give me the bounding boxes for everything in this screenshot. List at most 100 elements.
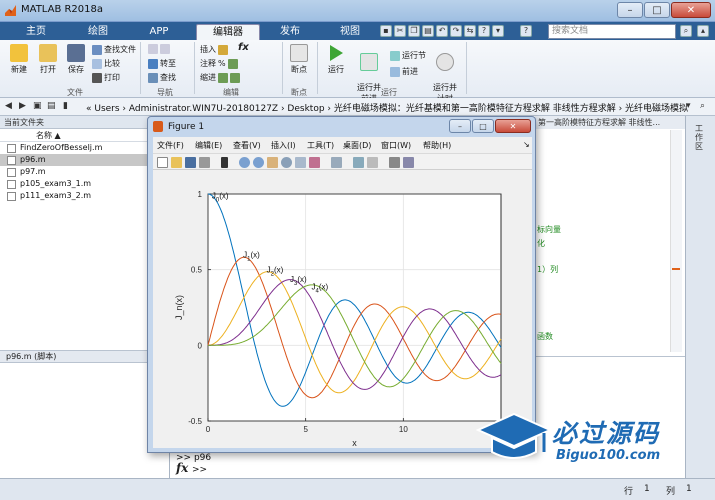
find-files-button[interactable]: 查找文件 xyxy=(92,44,136,55)
open-button[interactable]: 打开 xyxy=(35,44,61,75)
comment-icon xyxy=(227,58,238,69)
figure-menubar: 文件(F) 编辑(E) 查看(V) 插入(I) 工具(T) 桌面(D) 窗口(W… xyxy=(153,137,532,153)
tab-view[interactable]: 视图 xyxy=(326,24,374,40)
watermark: 必过源码 Biguo100.com xyxy=(474,408,689,468)
zoom-in-icon[interactable] xyxy=(239,157,250,168)
insert-function-button[interactable]: fx xyxy=(238,42,249,53)
folder-path[interactable]: « Users › Administrator.WIN7U-20180127Z … xyxy=(86,101,688,114)
back-arrow-icon[interactable]: ◀ xyxy=(5,101,12,111)
compare-icon xyxy=(92,58,102,69)
cut-quick-icon[interactable]: ✂ xyxy=(394,25,406,37)
print-figure-icon[interactable] xyxy=(199,157,210,168)
new-button[interactable]: 新建 xyxy=(6,44,32,75)
indent-button[interactable]: 缩进 xyxy=(200,72,240,83)
expand-icon[interactable]: ▾ xyxy=(492,25,504,37)
toolstrip-tabs: 主页 绘图 APP 编辑器 发布 视图 ▪ ✂ ❐ ▤ ↶ ↷ ⇆ ? ▾ ? … xyxy=(0,22,715,40)
collapse-toolstrip-icon[interactable]: ▴ xyxy=(697,25,709,37)
browse-folder-icon[interactable]: ▤ xyxy=(47,101,56,111)
rotate-3d-icon[interactable] xyxy=(281,157,292,168)
help-button-icon[interactable]: ? xyxy=(520,25,532,37)
editor-tab[interactable]: 第一高阶模特征方程求解 非线性... xyxy=(535,116,685,129)
figure-title-bar[interactable]: Figure 1 – □ ✕ xyxy=(148,117,535,137)
column-label: 列 xyxy=(666,487,676,497)
editor-scrollbar[interactable] xyxy=(670,130,682,352)
redo-quick-icon[interactable]: ↷ xyxy=(450,25,462,37)
search-icon[interactable]: ⌕ xyxy=(680,25,692,37)
figure-window[interactable]: Figure 1 – □ ✕ 文件(F) 编辑(E) 查看(V) 插入(I) 工… xyxy=(147,116,536,453)
zoom-out-icon[interactable] xyxy=(253,157,264,168)
figure-maximize-button[interactable]: □ xyxy=(472,119,494,133)
tab-editor[interactable]: 编辑器 xyxy=(196,24,260,40)
figure-minimize-button[interactable]: – xyxy=(449,119,471,133)
comment-button[interactable]: 注释% xyxy=(200,58,238,69)
menu-window[interactable]: 窗口(W) xyxy=(381,140,411,151)
goto-button[interactable]: 转至 xyxy=(148,58,176,69)
menu-edit[interactable]: 编辑(E) xyxy=(195,140,222,151)
bessel-line-chart[interactable]: 0 5 10-0.500.51xJ_n(x)J0(x)J1(x)J2(x)J3(x)… xyxy=(153,170,532,448)
menu-dock-icon[interactable]: ↘ xyxy=(523,140,530,149)
breakpoints-button[interactable]: 断点 xyxy=(287,44,311,75)
path-dropdown-icon[interactable]: ▾ xyxy=(686,101,691,111)
line-label: 行 xyxy=(624,487,634,497)
save-quick-icon[interactable]: ▪ xyxy=(380,25,392,37)
menu-view[interactable]: 查看(V) xyxy=(233,140,261,151)
menu-file[interactable]: 文件(F) xyxy=(157,140,184,151)
menu-help[interactable]: 帮助(H) xyxy=(423,140,451,151)
minimize-button[interactable]: – xyxy=(617,2,643,18)
find-button[interactable]: 查找 xyxy=(148,72,176,83)
watermark-chinese-text: 必过源码 xyxy=(552,419,661,448)
workspace-label[interactable]: 工作区 xyxy=(695,124,707,151)
advance-button[interactable]: 前进 xyxy=(390,66,418,77)
tab-plots[interactable]: 绘图 xyxy=(74,24,122,40)
open-file-icon[interactable] xyxy=(171,157,182,168)
forward-arrow-icon[interactable]: ▶ xyxy=(19,101,26,111)
tab-publish[interactable]: 发布 xyxy=(268,24,312,40)
link-plot-icon[interactable] xyxy=(331,157,342,168)
function-browser-icon[interactable]: fx xyxy=(176,461,188,475)
warning-marker[interactable] xyxy=(672,268,680,270)
run-section-button[interactable]: 运行节 xyxy=(390,50,426,61)
data-cursor-icon[interactable] xyxy=(295,157,306,168)
insert-button[interactable]: 插入 xyxy=(200,44,228,55)
tab-apps[interactable]: APP xyxy=(136,24,182,40)
find-files-icon xyxy=(92,44,102,55)
file-item[interactable]: p105_exam3_1.m xyxy=(0,178,169,190)
close-button[interactable]: ✕ xyxy=(671,2,711,18)
menu-insert[interactable]: 插入(I) xyxy=(271,140,296,151)
pan-icon[interactable] xyxy=(267,157,278,168)
copy-quick-icon[interactable]: ❐ xyxy=(408,25,420,37)
group-run-label: 运行 xyxy=(381,88,397,97)
print-button[interactable]: 打印 xyxy=(92,72,120,83)
file-item[interactable]: p111_exam3_2.m xyxy=(0,190,169,202)
hide-plot-tools-icon[interactable] xyxy=(389,157,400,168)
menu-tools[interactable]: 工具(T) xyxy=(307,140,334,151)
brush-icon[interactable] xyxy=(309,157,320,168)
pointer-icon[interactable] xyxy=(221,157,228,168)
run-button[interactable]: 运行 xyxy=(324,44,348,75)
legend-icon[interactable] xyxy=(367,157,378,168)
save-figure-icon[interactable] xyxy=(185,157,196,168)
up-folder-icon[interactable]: ▣ xyxy=(33,101,42,111)
switch-windows-icon[interactable]: ⇆ xyxy=(464,25,476,37)
undo-quick-icon[interactable]: ↶ xyxy=(436,25,448,37)
search-folder-icon[interactable]: ⌕ xyxy=(700,101,705,111)
colorbar-icon[interactable] xyxy=(353,157,364,168)
figure-canvas[interactable]: 0 5 10 -0.5 0 0.5 1 x J_n(x) J0(x) J1(x) J2(x) J3(x)… xyxy=(153,170,532,448)
search-documentation-input[interactable]: 搜索文档 xyxy=(548,24,676,39)
menu-desktop[interactable]: 桌面(D) xyxy=(343,140,371,151)
run-and-time-button[interactable]: 运行并 计时 xyxy=(430,44,460,104)
show-plot-tools-icon[interactable] xyxy=(403,157,414,168)
file-item[interactable]: FindZeroOfBesselj.m xyxy=(0,142,169,154)
window-title: MATLAB R2018a xyxy=(21,4,104,15)
help-quick-icon[interactable]: ? xyxy=(478,25,490,37)
paste-quick-icon[interactable]: ▤ xyxy=(422,25,434,37)
new-figure-icon[interactable] xyxy=(157,157,168,168)
file-item[interactable]: p97.m xyxy=(0,166,169,178)
file-item-selected[interactable]: p96.m xyxy=(0,154,169,166)
tab-home[interactable]: 主页 xyxy=(12,24,60,40)
figure-close-button[interactable]: ✕ xyxy=(495,119,531,133)
maximize-button[interactable]: □ xyxy=(644,2,670,18)
save-button[interactable]: 保存 xyxy=(63,44,89,75)
name-column-header[interactable]: 名称 ▲ xyxy=(0,129,169,142)
compare-button[interactable]: 比较 xyxy=(92,58,120,69)
